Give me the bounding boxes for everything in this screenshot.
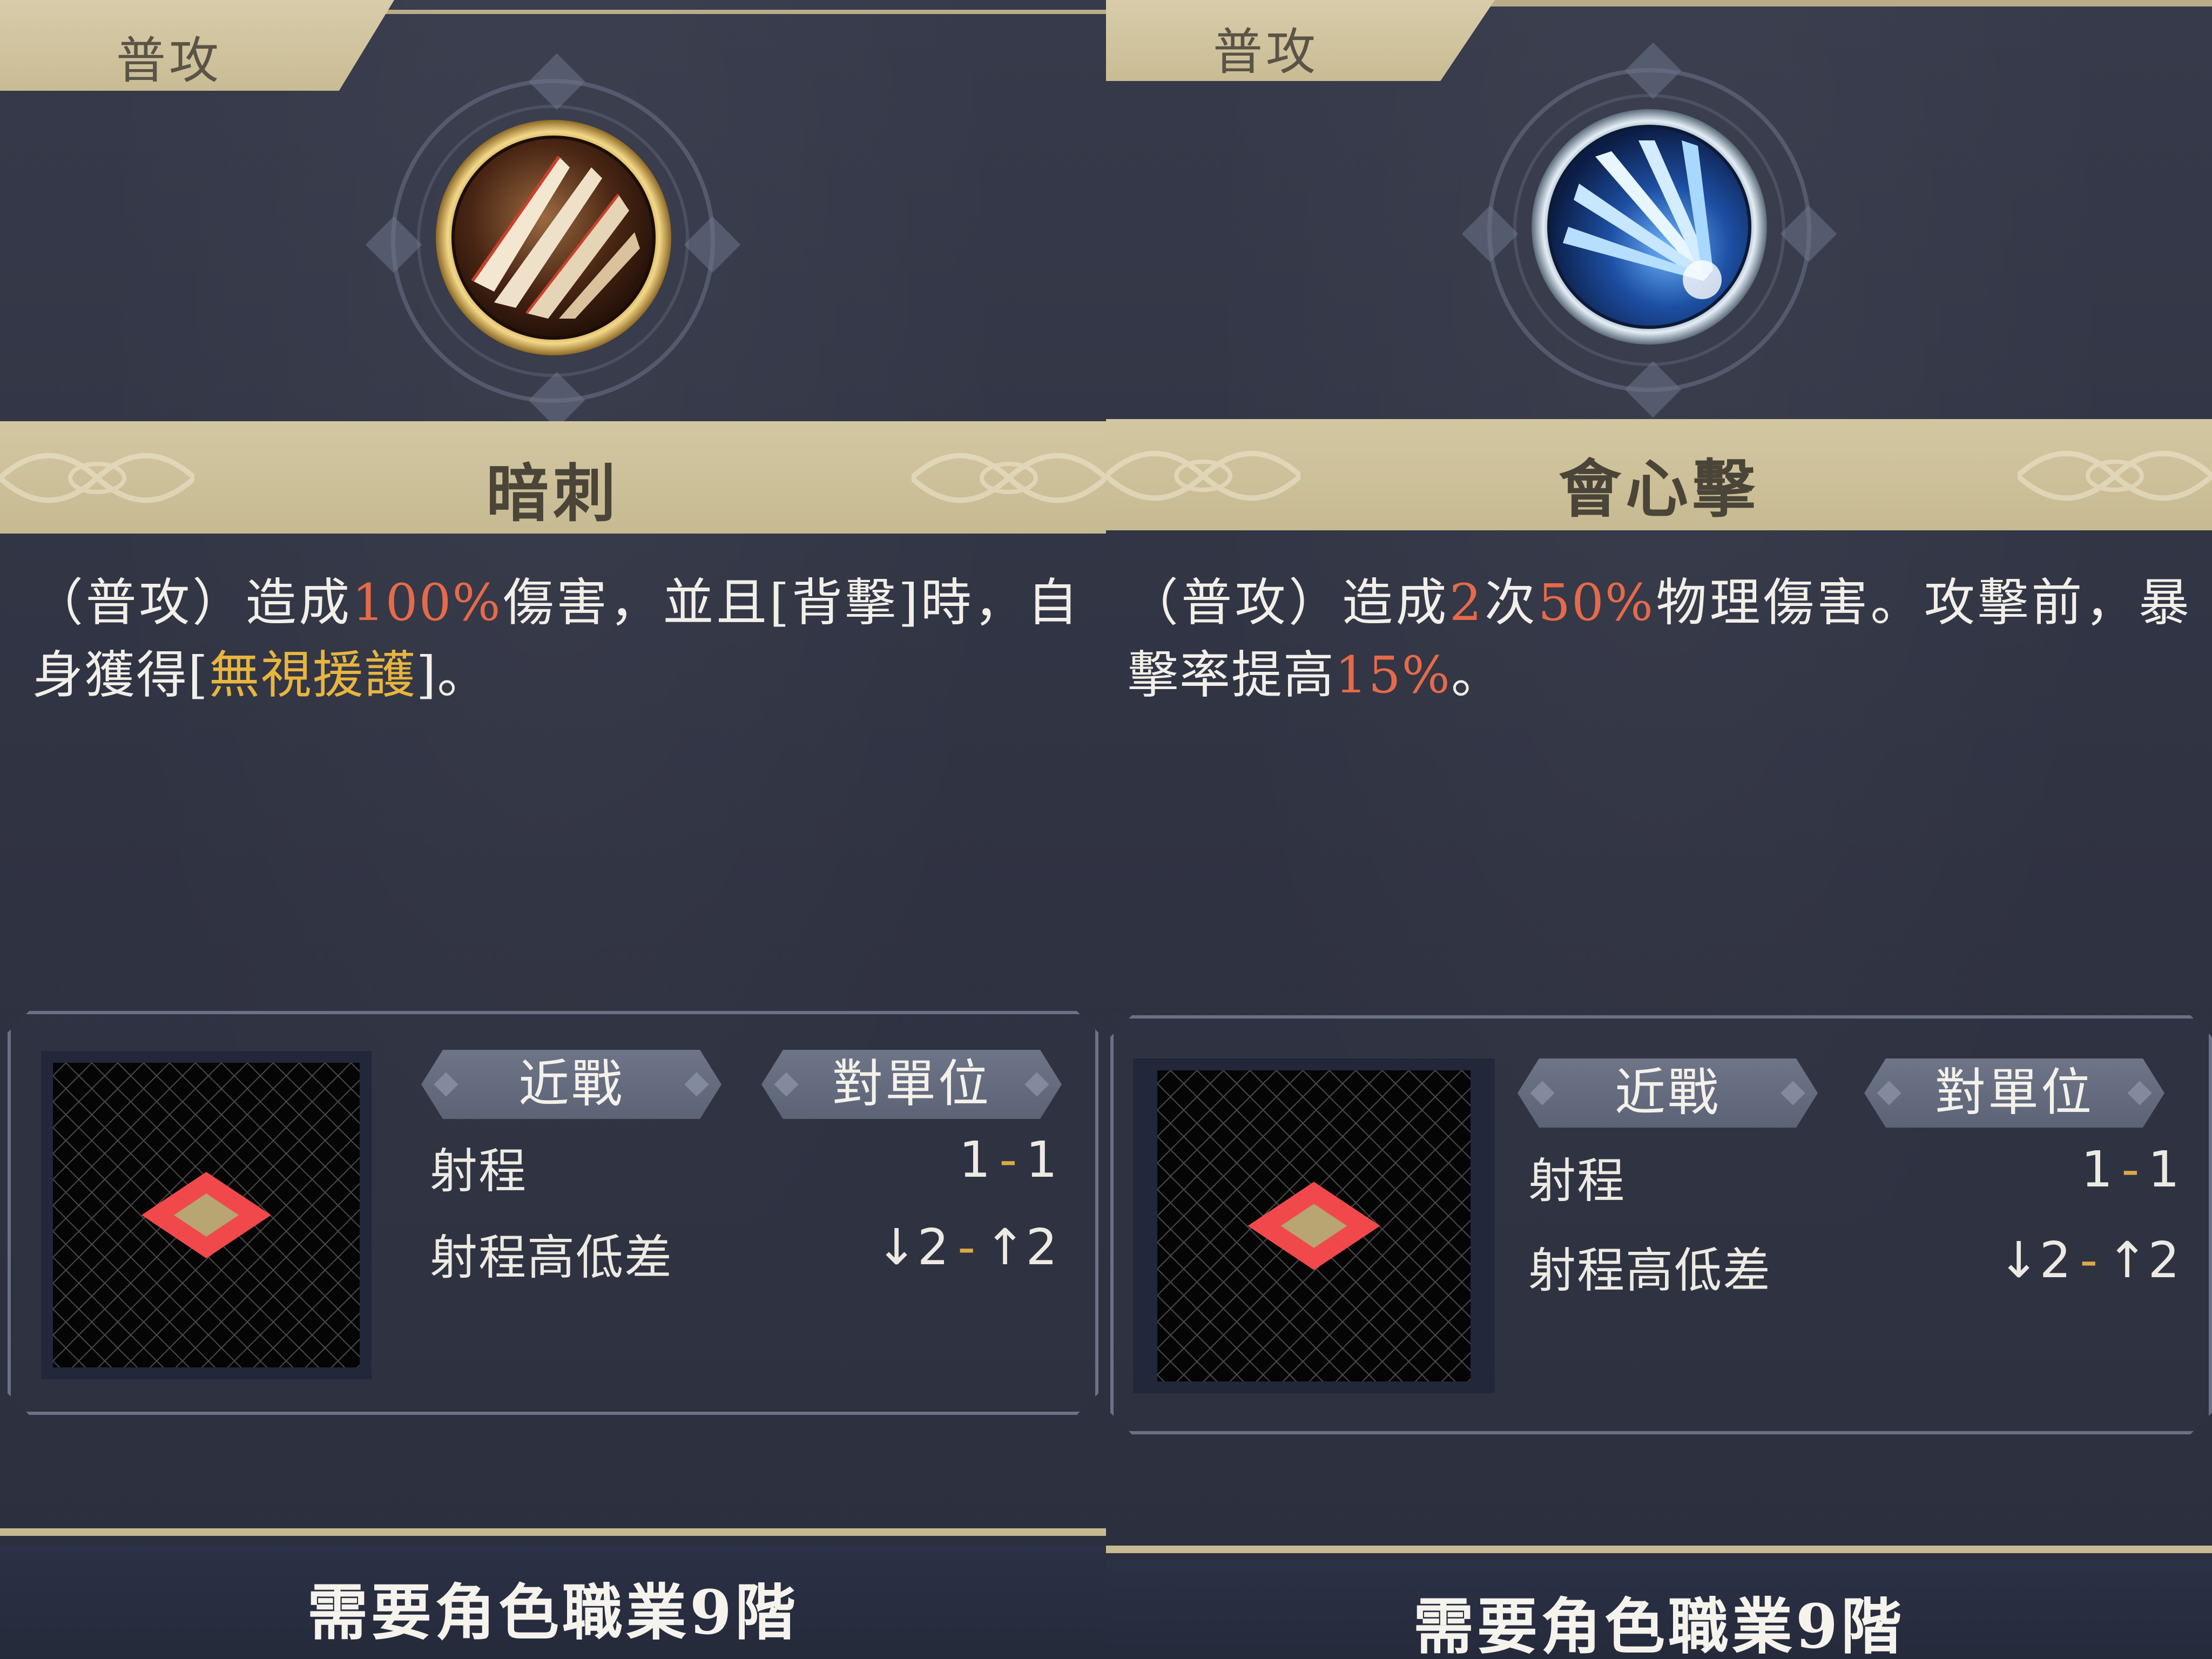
ice-burst-icon[interactable] xyxy=(1530,108,1768,346)
ring-ornament xyxy=(1624,361,1682,418)
range-value: 1-1 xyxy=(2081,1141,2180,1198)
ring-ornament xyxy=(1624,42,1682,99)
damage-value: 50% xyxy=(1538,574,1655,632)
desc-text: 。 xyxy=(1451,646,1503,705)
range-pattern-icon xyxy=(1157,1070,1471,1381)
skill-card-right: 普攻 會心擊 （普攻）造成2次50%物理傷害。攻擊前，暴擊率提高15%。 近戰 … xyxy=(1106,0,2212,1659)
skill-name: 會心擊 xyxy=(1559,453,1759,526)
height-down: ↓2 xyxy=(875,1218,949,1276)
skill-card-left: 普攻 暗刺 （普攻）造成100%傷害，並且[背擊]時，自身獲得[無視援護]。 近… xyxy=(0,0,1107,1659)
range-max: 1 xyxy=(1026,1131,1057,1189)
footer-divider xyxy=(0,1528,1106,1536)
tag-label: 近戰 xyxy=(1614,1063,1721,1122)
pill-ornament xyxy=(684,1072,709,1096)
tag-melee: 近戰 xyxy=(1518,1058,1818,1128)
skill-comparison-screen: 普攻 暗刺 （普攻）造成100%傷害，並且[背擊]時，自身獲得[無視援護]。 近… xyxy=(0,0,2212,1659)
dark-claw-icon[interactable] xyxy=(435,119,672,356)
desc-text: 次 xyxy=(1482,574,1539,632)
pill-ornament xyxy=(1877,1081,1901,1105)
pill-ornament xyxy=(1024,1072,1049,1096)
attack-range-grid xyxy=(41,1051,372,1379)
hit-count-value: 2 xyxy=(1449,574,1483,632)
range-max: 1 xyxy=(2148,1141,2180,1198)
pill-ornament xyxy=(1530,1081,1554,1105)
desc-text: ]。 xyxy=(416,646,489,705)
damage-value: 100% xyxy=(352,574,502,632)
ring-ornament xyxy=(684,216,741,273)
tag-single-target: 對單位 xyxy=(1864,1058,2164,1128)
height-separator: - xyxy=(957,1218,976,1276)
desc-text: （普攻）造成 xyxy=(1128,574,1449,632)
range-label: 射程 xyxy=(1528,1153,1626,1209)
requirement-text: 需要角色職業9階 xyxy=(307,1577,799,1648)
tag-label: 對單位 xyxy=(1934,1063,2094,1122)
skill-description: （普攻）造成2次50%物理傷害。攻擊前，暴擊率提高15%。 xyxy=(1128,567,2190,712)
height-diff-value: ↓2- ↑2 xyxy=(1998,1231,2180,1289)
pill-ornament xyxy=(434,1072,458,1096)
range-min: 1 xyxy=(2081,1141,2113,1198)
range-separator: - xyxy=(999,1131,1017,1189)
skill-description: （普攻）造成100%傷害，並且[背擊]時，自身獲得[無視援護]。 xyxy=(32,567,1079,712)
requirement-bar: 需要角色職業9階 xyxy=(1106,1561,2212,1659)
range-pattern-icon xyxy=(53,1063,360,1367)
ring-ornament xyxy=(1780,205,1837,262)
height-up: ↑2 xyxy=(2106,1231,2180,1289)
requirement-text: 需要角色職業9階 xyxy=(1413,1591,1905,1659)
skill-name-banner: 暗刺 xyxy=(0,421,1106,534)
skill-type-label: 普攻 xyxy=(116,32,222,90)
height-diff-label: 射程高低差 xyxy=(430,1230,673,1285)
range-value: 1-1 xyxy=(959,1131,1057,1189)
ring-ornament xyxy=(528,53,585,110)
range-separator: - xyxy=(2121,1141,2140,1198)
tag-label: 近戰 xyxy=(518,1055,624,1114)
tag-single-target: 對單位 xyxy=(761,1050,1062,1119)
skill-name-banner: 會心擊 xyxy=(1106,419,2212,530)
range-label: 射程 xyxy=(430,1143,528,1199)
desc-text: （普攻）造成 xyxy=(32,574,352,632)
skill-name: 暗刺 xyxy=(486,457,620,530)
height-separator: - xyxy=(2080,1231,2098,1289)
height-diff-value: ↓2- ↑2 xyxy=(876,1218,1057,1276)
range-min: 1 xyxy=(959,1131,991,1189)
requirement-bar: 需要角色職業9階 xyxy=(0,1546,1106,1659)
pill-ornament xyxy=(1781,1081,1805,1105)
tag-melee: 近戰 xyxy=(421,1050,721,1119)
height-down: ↓2 xyxy=(1998,1231,2072,1289)
height-diff-label: 射程高低差 xyxy=(1528,1243,1772,1298)
tag-label: 對單位 xyxy=(832,1055,991,1114)
crit-bonus-value: 15% xyxy=(1335,646,1451,705)
pill-ornament xyxy=(2127,1081,2152,1105)
status-keyword[interactable]: 無視援護 xyxy=(209,646,416,705)
height-up: ↑2 xyxy=(984,1218,1057,1276)
pill-ornament xyxy=(774,1072,798,1096)
skill-type-label: 普攻 xyxy=(1213,23,1319,81)
ring-ornament xyxy=(1461,205,1519,262)
ring-ornament xyxy=(365,216,422,273)
ring-ornament xyxy=(528,372,585,429)
attack-range-grid xyxy=(1133,1058,1495,1393)
footer-divider xyxy=(1106,1546,2212,1553)
